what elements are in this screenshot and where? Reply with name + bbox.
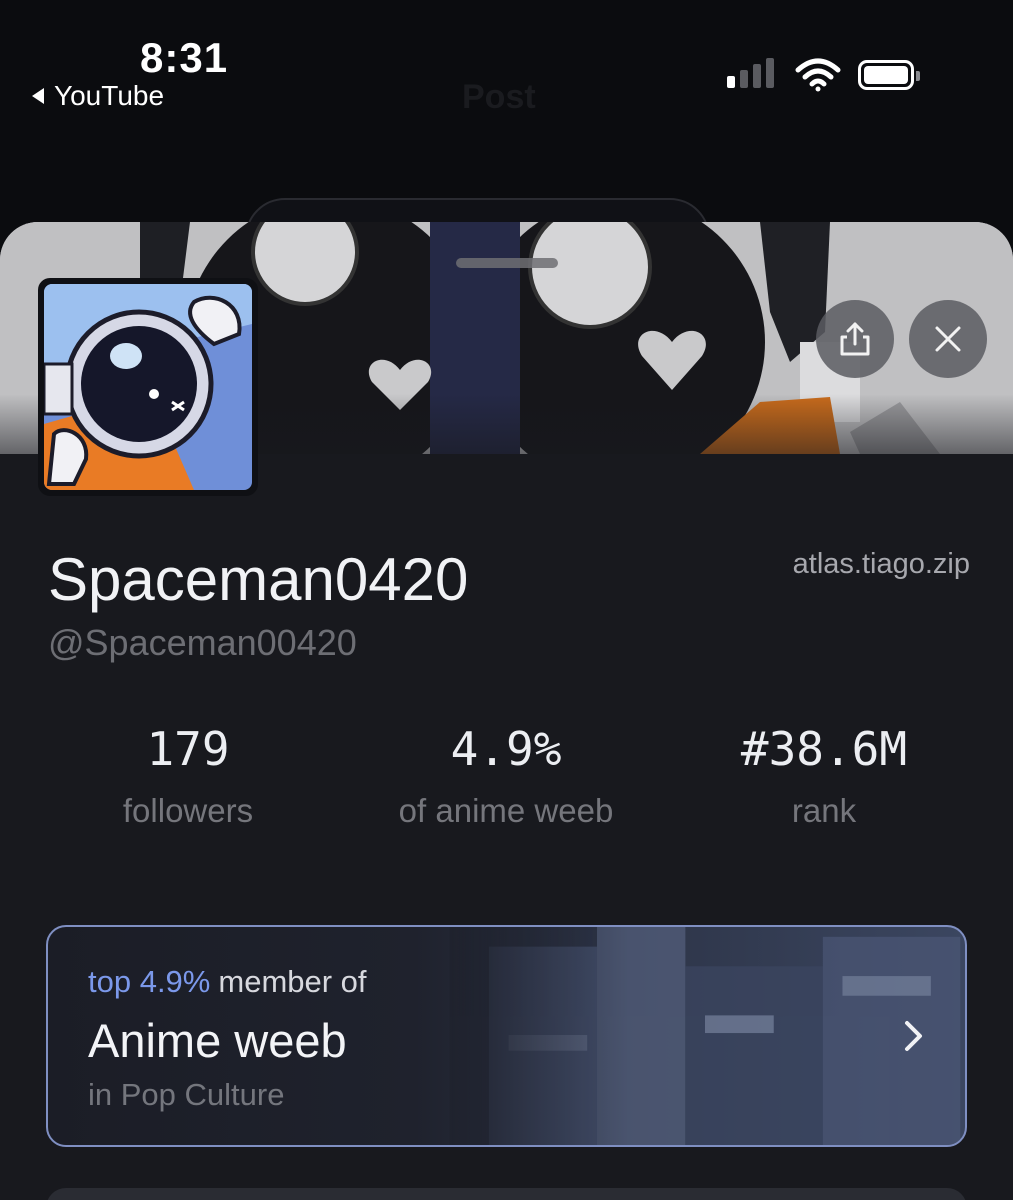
status-time: 8:31 [140,34,229,81]
chevron-right-icon [905,1021,922,1051]
community-rank-prefix: member of [218,964,367,999]
back-triangle-icon [32,88,44,104]
sheet-grabber-handle[interactable] [456,258,558,268]
stat-value: 179 [146,722,230,776]
community-rank-line: top 4.9% member of [88,964,367,1000]
share-icon [840,322,870,356]
next-card-peek [46,1188,967,1200]
community-title: Anime weeb [88,1014,347,1067]
back-app-label: YouTube [54,80,165,111]
stat-rank[interactable]: #38.6M rank [659,722,989,830]
battery-icon [858,60,920,90]
wifi-icon [795,58,841,92]
avatar[interactable] [38,278,258,496]
community-rank-highlight: top 4.9% [88,964,211,999]
city-street-photo [449,927,961,1145]
stat-followers[interactable]: 179 followers [23,722,353,830]
stat-value: 4.9% [450,722,562,776]
stat-label: rank [791,792,857,829]
community-card[interactable]: top 4.9% member of Anime weeb in Pop Cult… [46,925,967,1147]
display-name: Spaceman0420 [48,546,469,613]
close-button[interactable] [909,300,987,378]
cellular-signal-icon [727,58,774,88]
back-to-app-link[interactable]: YouTube [32,80,164,112]
stat-label: of anime weeb [398,792,614,829]
close-icon [935,326,961,352]
stat-value: #38.6M [740,722,908,776]
background-screen-title: Post [462,78,536,116]
stat-label: followers [122,792,254,829]
username-handle: @Spaceman00420 [48,622,357,663]
site-link[interactable]: atlas.tiago.zip [793,548,970,581]
stat-percentile[interactable]: 4.9% of anime weeb [341,722,671,830]
share-button[interactable] [816,300,894,378]
community-category: in Pop Culture [88,1077,285,1112]
